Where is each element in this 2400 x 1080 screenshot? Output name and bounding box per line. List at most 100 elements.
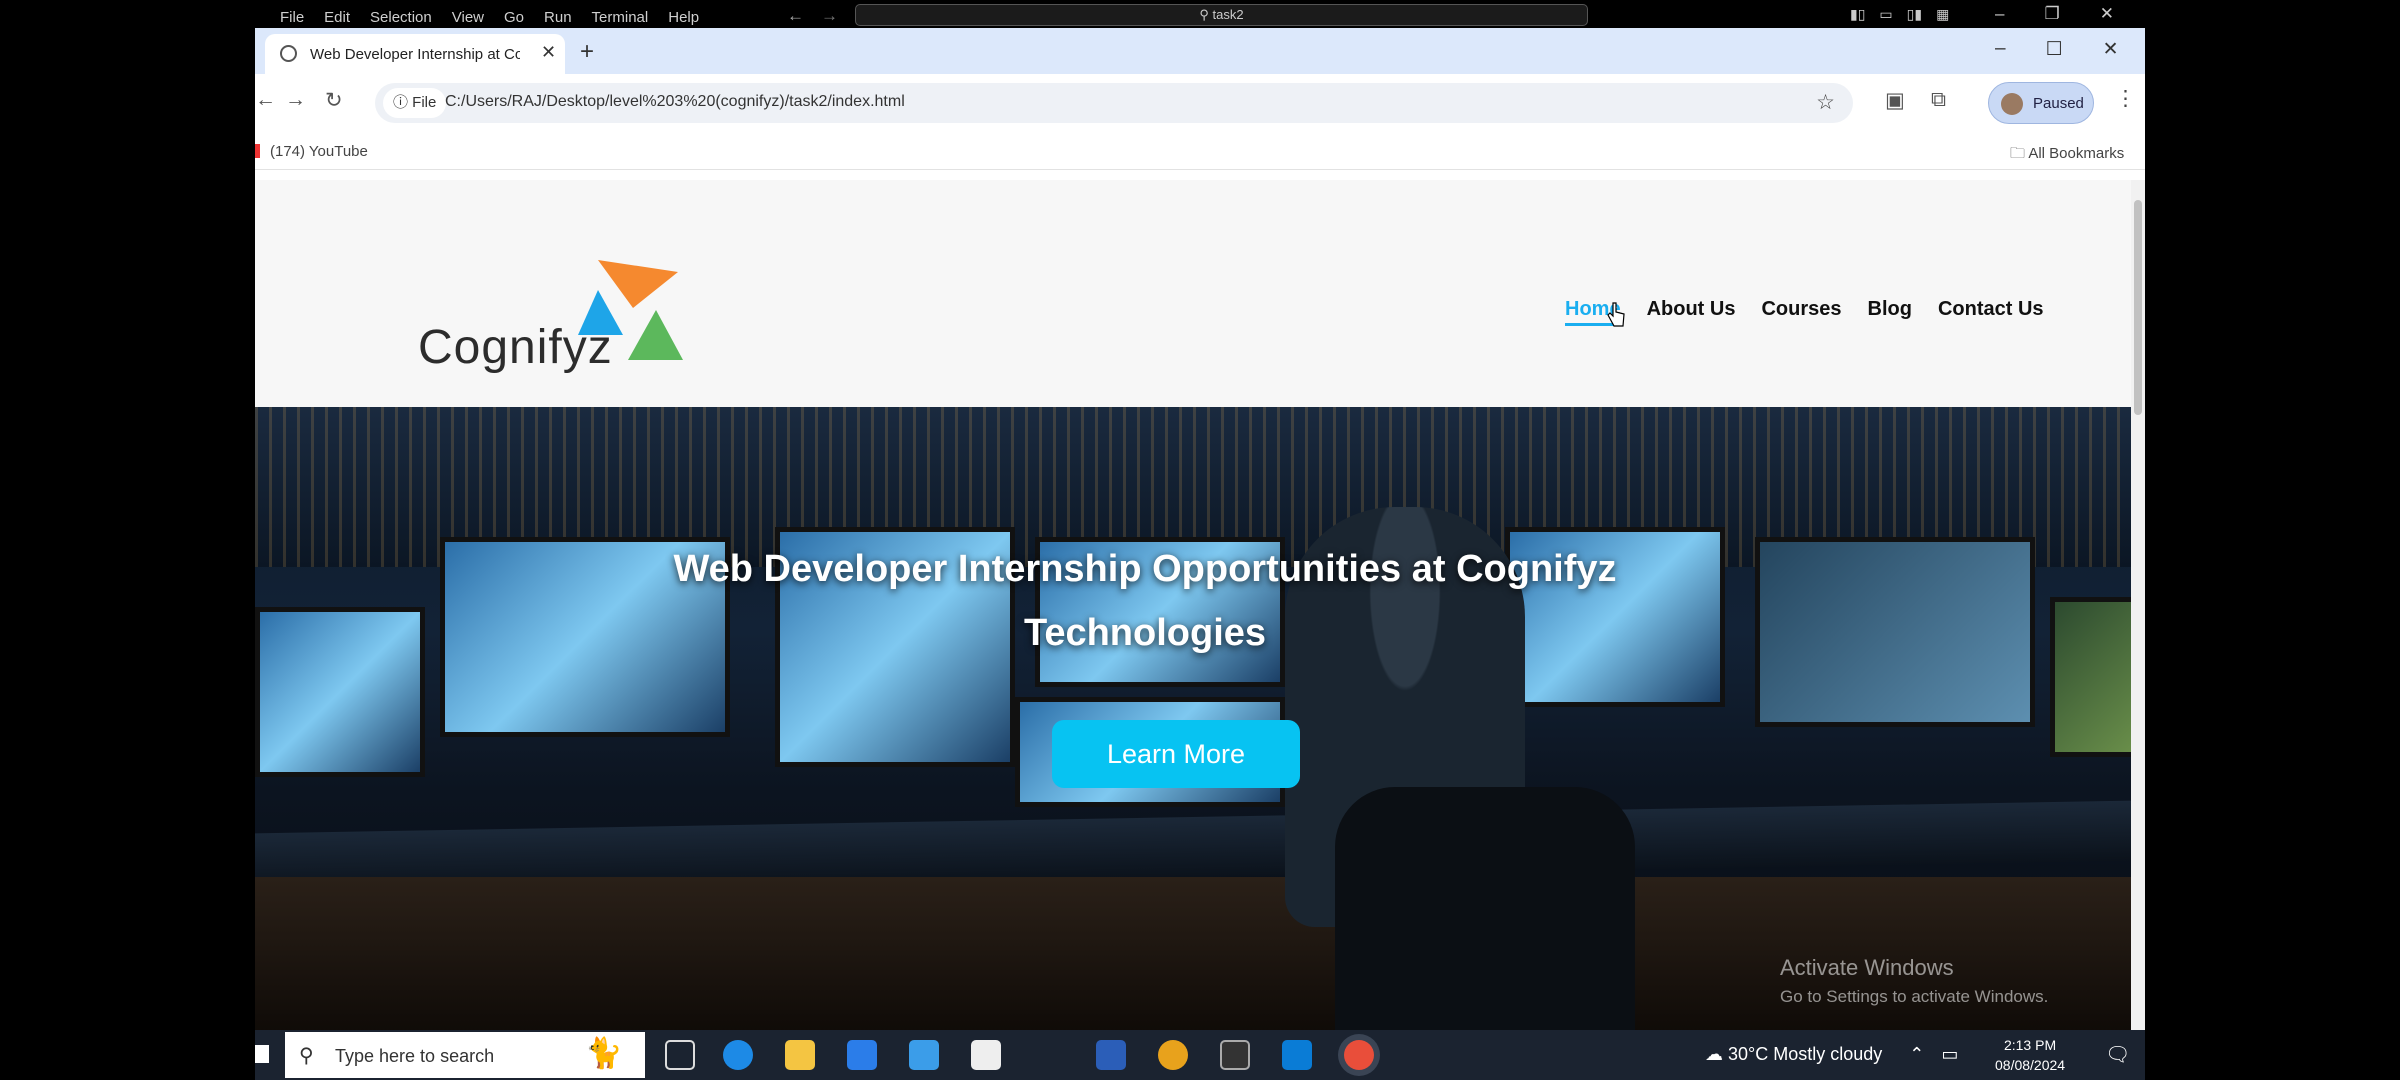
all-bookmarks-label: All Bookmarks xyxy=(2028,145,2125,162)
terminal-icon[interactable] xyxy=(1220,1040,1250,1070)
hero-title: Web Developer Internship Opportunities a… xyxy=(555,537,1735,665)
menu-run[interactable]: Run xyxy=(544,9,572,26)
menu-selection[interactable]: Selection xyxy=(370,9,432,26)
new-tab-icon[interactable]: + xyxy=(580,38,594,66)
globe-icon xyxy=(280,45,297,62)
chrome-icon[interactable] xyxy=(1158,1040,1188,1070)
cast-icon[interactable]: ▣ xyxy=(1885,88,1905,113)
avatar xyxy=(2001,93,2023,115)
all-bookmarks[interactable]: 🗀 All Bookmarks xyxy=(2010,143,2124,168)
close-icon[interactable]: ✕ xyxy=(2103,38,2119,61)
toggle-sidebar-icon[interactable]: ▮▯ xyxy=(1850,6,1865,23)
nav-about-us[interactable]: About Us xyxy=(1647,298,1736,326)
extensions-icon[interactable]: ⧉ xyxy=(1931,88,1946,112)
chrome-active-icon[interactable] xyxy=(1344,1040,1374,1070)
menu-terminal[interactable]: Terminal xyxy=(592,9,649,26)
hero-title-line1: Web Developer Internship Opportunities a… xyxy=(673,548,1617,590)
mail-icon[interactable] xyxy=(909,1040,939,1070)
bookmark-youtube[interactable]: (174) YouTube xyxy=(255,143,368,160)
page-viewport: Cognifyz Home About Us Courses Blog Cont… xyxy=(255,180,2131,1030)
site-info-label: File xyxy=(412,94,437,111)
vscode-title-bar: File Edit Selection View Go Run Terminal… xyxy=(255,0,2145,28)
7zip-icon[interactable] xyxy=(971,1040,1001,1070)
activate-windows-watermark: Activate Windows Go to Settings to activ… xyxy=(1780,955,2048,1007)
restore-icon[interactable]: ❐ xyxy=(2044,4,2059,24)
chrome-window: Web Developer Internship at Co ✕ + – ☐ ✕… xyxy=(255,28,2145,1030)
tab-close-icon[interactable]: ✕ xyxy=(541,42,556,63)
bookmark-star-icon[interactable]: ☆ xyxy=(1816,90,1835,115)
screen: File Edit Selection View Go Run Terminal… xyxy=(255,0,2145,1080)
menu-edit[interactable]: Edit xyxy=(324,9,350,26)
clock-date: 08/08/2024 xyxy=(1995,1057,2066,1073)
reload-icon[interactable]: ↻ xyxy=(325,88,343,113)
network-icon[interactable]: ▭ xyxy=(1941,1044,1958,1064)
command-center-text: task2 xyxy=(1212,7,1244,22)
maximize-icon[interactable]: ☐ xyxy=(2046,38,2063,61)
tab-strip: Web Developer Internship at Co ✕ + – ☐ ✕ xyxy=(255,28,2145,74)
system-tray: ☁ 30°C Mostly cloudy ⌃ ▭ xyxy=(1705,1044,1958,1065)
menu-file[interactable]: File xyxy=(280,9,304,26)
watermark-line1: Activate Windows xyxy=(1780,955,1954,980)
tray-chevron-icon[interactable]: ⌃ xyxy=(1909,1044,1924,1064)
task-view-icon[interactable] xyxy=(665,1040,695,1070)
weather-cloud-icon[interactable]: ☁ xyxy=(1705,1044,1723,1064)
monitor xyxy=(2050,597,2131,757)
menu-go[interactable]: Go xyxy=(504,9,524,26)
customize-layout-icon[interactable]: ▦ xyxy=(1936,6,1949,23)
scrollbar-thumb[interactable] xyxy=(2134,200,2142,415)
clock-time: 2:13 PM xyxy=(2003,1037,2057,1053)
tab-title: Web Developer Internship at Co xyxy=(310,46,520,63)
profile-button[interactable]: Paused xyxy=(1988,82,2094,124)
search-icon: ⚲ xyxy=(299,1045,314,1067)
nav-courses[interactable]: Courses xyxy=(1761,298,1841,326)
tab-active[interactable]: Web Developer Internship at Co ✕ xyxy=(265,34,565,74)
forward-arrow-icon[interactable]: → xyxy=(821,6,838,26)
notification-icon[interactable]: 🗨 xyxy=(2105,1042,2130,1067)
chrome-window-controls: – ☐ ✕ xyxy=(1995,38,2119,61)
file-explorer-icon[interactable] xyxy=(785,1040,815,1070)
weather-text[interactable]: 30°C Mostly cloudy xyxy=(1728,1044,1882,1064)
nav-contact-us[interactable]: Contact Us xyxy=(1938,298,2044,326)
menu-view[interactable]: View xyxy=(452,9,484,26)
site-nav: Home About Us Courses Blog Contact Us xyxy=(1565,298,2044,326)
vscode-window-controls: – ❐ ✕ xyxy=(1995,4,2114,24)
floor xyxy=(255,877,2131,1030)
monitor xyxy=(1755,537,2035,727)
minimize-icon[interactable]: – xyxy=(1995,38,2006,61)
minimize-icon[interactable]: – xyxy=(1995,4,2004,24)
watermark-line2: Go to Settings to activate Windows. xyxy=(1780,987,2049,1006)
learn-more-button[interactable]: Learn More xyxy=(1052,720,1300,788)
vscode-icon[interactable] xyxy=(1282,1040,1312,1070)
back-arrow-icon[interactable]: ← xyxy=(787,6,804,26)
menu-help[interactable]: Help xyxy=(668,9,699,26)
word-icon[interactable] xyxy=(1096,1040,1126,1070)
toggle-panel-icon[interactable]: ▭ xyxy=(1879,6,1892,23)
command-center-search[interactable]: ⚲ task2 xyxy=(855,4,1588,26)
store-icon[interactable] xyxy=(847,1040,877,1070)
page-scrollbar[interactable] xyxy=(2131,180,2145,1030)
monitor xyxy=(255,607,425,777)
back-icon[interactable]: ← xyxy=(255,88,276,112)
close-icon[interactable]: ✕ xyxy=(2100,4,2114,24)
clock[interactable]: 2:13 PM 08/08/2024 xyxy=(1995,1035,2065,1075)
menu-kebab-icon[interactable]: ⋮ xyxy=(2115,86,2136,111)
chair xyxy=(1335,787,1635,1030)
edge-icon[interactable] xyxy=(723,1040,753,1070)
hero-section: Web Developer Internship Opportunities a… xyxy=(255,407,2131,1030)
start-icon[interactable] xyxy=(255,1045,269,1063)
nav-blog[interactable]: Blog xyxy=(1868,298,1912,326)
taskbar-search-placeholder: Type here to search xyxy=(335,1046,495,1066)
site-info-chip[interactable]: ⓘ File xyxy=(383,88,447,118)
browser-toolbar: ← → ↻ ⓘ File C:/Users/RAJ/Desktop/level%… xyxy=(255,74,2145,132)
url-text: C:/Users/RAJ/Desktop/level%203%20(cognif… xyxy=(445,93,905,110)
taskbar-search[interactable]: ⚲ Type here to search 🐈 xyxy=(285,1032,645,1078)
search-icon: ⚲ xyxy=(1199,7,1209,22)
toggle-secondary-sidebar-icon[interactable]: ▯▮ xyxy=(1907,6,1922,23)
hero-title-line2: Technologies xyxy=(1023,612,1267,654)
bookmarks-bar: (174) YouTube 🗀 All Bookmarks xyxy=(255,132,2145,170)
logo-triangles-icon xyxy=(578,260,683,360)
taskbar: ⚲ Type here to search 🐈 ☁ 30°C Mostly cl… xyxy=(255,1030,2145,1080)
address-bar[interactable]: ⓘ File C:/Users/RAJ/Desktop/level%203%20… xyxy=(375,83,1853,123)
forward-icon[interactable]: → xyxy=(285,88,306,112)
profile-status: Paused xyxy=(2033,95,2084,112)
